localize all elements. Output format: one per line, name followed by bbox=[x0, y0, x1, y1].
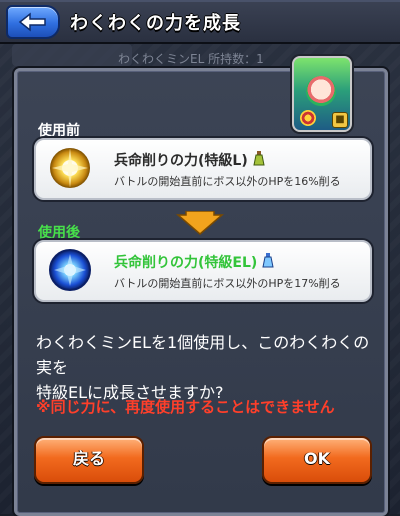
confirm-prompt: わくわくミンELを1個使用し、このわくわくの実を 特級ELに成長させますか? bbox=[36, 330, 376, 405]
before-item-card: 兵命削りの力(特級L) バトルの開始直前にボス以外のHPを16%削る bbox=[34, 138, 372, 200]
bottle-icon bbox=[262, 253, 274, 268]
after-item-title: 兵命削りの力(特級EL) bbox=[114, 252, 274, 272]
monster-face bbox=[306, 76, 336, 106]
page-title: わくわくの力を成長 bbox=[70, 13, 241, 34]
after-label: 使用後 bbox=[38, 225, 80, 241]
before-item-title: 兵命削りの力(特級L) bbox=[114, 150, 265, 170]
gear-icon bbox=[300, 110, 316, 126]
item-count-text: わくわくミンEL 所持数：1 bbox=[118, 52, 264, 66]
prompt-line-1: わくわくミンELを1個使用し、このわくわくの実を bbox=[36, 333, 370, 377]
background-badge bbox=[12, 44, 132, 66]
bottle-icon bbox=[252, 151, 265, 166]
before-item-description: バトルの開始直前にボス以外のHPを16%削る bbox=[114, 175, 341, 188]
back-button[interactable] bbox=[6, 5, 60, 39]
blue-fruit-icon bbox=[49, 249, 91, 291]
before-label: 使用前 bbox=[38, 123, 80, 139]
after-item-card: 兵命削りの力(特級EL) バトルの開始直前にボス以外のHPを17%削る bbox=[34, 240, 372, 302]
down-arrow-icon bbox=[176, 211, 224, 235]
back-action-button[interactable]: 戻る bbox=[34, 436, 144, 484]
lock-icon: ■ bbox=[332, 112, 348, 128]
after-item-description: バトルの開始直前にボス以外のHPを17%削る bbox=[114, 277, 341, 290]
golden-fruit-icon bbox=[50, 148, 90, 188]
top-header: わくわくの力を成長 bbox=[0, 0, 400, 44]
monster-thumbnail[interactable]: ■ bbox=[292, 56, 352, 132]
ok-button[interactable]: OK bbox=[262, 436, 372, 484]
back-arrow-icon bbox=[18, 12, 46, 32]
warning-text: ※同じ力に、再度使用することはできません bbox=[36, 398, 335, 416]
